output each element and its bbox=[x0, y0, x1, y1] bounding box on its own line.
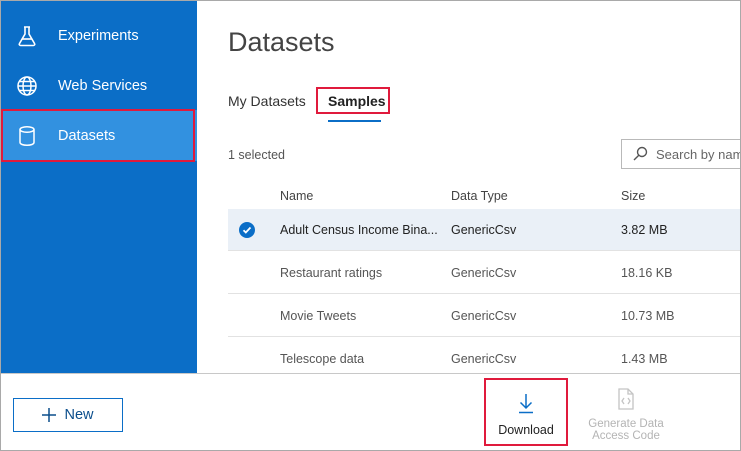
generate-label-line2: Access Code bbox=[592, 430, 660, 442]
code-file-icon bbox=[617, 388, 635, 412]
generate-label: Generate Data Access Code bbox=[581, 418, 671, 442]
globe-icon bbox=[15, 74, 39, 98]
search-input[interactable]: Search by name bbox=[621, 139, 740, 169]
page-title: Datasets bbox=[228, 27, 335, 57]
cell-name: Adult Census Income Bina... bbox=[280, 223, 438, 237]
new-button-label: New bbox=[64, 407, 94, 423]
selection-status: 1 selected bbox=[228, 148, 285, 162]
cell-size: 10.73 MB bbox=[621, 309, 675, 323]
cell-name: Telescope data bbox=[280, 352, 365, 366]
tab-my-datasets[interactable]: My Datasets bbox=[228, 93, 306, 109]
highlight-box bbox=[316, 87, 390, 114]
highlight-box bbox=[484, 378, 568, 446]
bottom-toolbar: New Download Generate Data Access Code bbox=[1, 373, 740, 450]
table-row[interactable]: Restaurant ratings GenericCsv 18.16 KB bbox=[228, 252, 740, 294]
generate-label-line1: Generate Data bbox=[588, 418, 664, 430]
cell-data-type: GenericCsv bbox=[451, 309, 517, 323]
flask-icon bbox=[15, 24, 39, 48]
cell-data-type: GenericCsv bbox=[451, 223, 517, 237]
column-header-name[interactable]: Name bbox=[280, 189, 313, 203]
column-header-data-type[interactable]: Data Type bbox=[451, 189, 508, 203]
cell-size: 18.16 KB bbox=[621, 266, 673, 280]
sidebar-item-web-services[interactable]: Web Services bbox=[1, 61, 197, 111]
cell-name: Movie Tweets bbox=[280, 309, 357, 323]
table-row[interactable]: Adult Census Income Bina... GenericCsv 3… bbox=[228, 209, 740, 251]
checkmark-icon[interactable] bbox=[239, 222, 255, 238]
plus-icon bbox=[42, 408, 57, 422]
cell-data-type: GenericCsv bbox=[451, 266, 517, 280]
sidebar-item-label: Web Services bbox=[58, 78, 148, 94]
cell-size: 3.82 MB bbox=[621, 223, 668, 237]
cell-data-type: GenericCsv bbox=[451, 352, 517, 366]
sidebar: Experiments Web Services Datasets bbox=[1, 1, 197, 373]
cell-size: 1.43 MB bbox=[621, 352, 668, 366]
new-button[interactable]: New bbox=[13, 398, 123, 432]
sidebar-item-label: Experiments bbox=[58, 28, 139, 44]
generate-access-code-button[interactable]: Generate Data Access Code bbox=[581, 388, 671, 448]
highlight-box bbox=[1, 109, 195, 162]
app-window: Experiments Web Services Datasets Datase… bbox=[0, 0, 741, 451]
main-panel: Datasets My Datasets Samples 1 selected … bbox=[197, 1, 740, 380]
search-icon bbox=[632, 146, 648, 162]
search-placeholder: Search by name bbox=[656, 146, 740, 162]
table-row[interactable]: Movie Tweets GenericCsv 10.73 MB bbox=[228, 295, 740, 337]
sidebar-item-experiments[interactable]: Experiments bbox=[1, 11, 197, 61]
active-tab-indicator bbox=[328, 120, 381, 122]
column-header-size[interactable]: Size bbox=[621, 189, 645, 203]
cell-name: Restaurant ratings bbox=[280, 266, 383, 280]
